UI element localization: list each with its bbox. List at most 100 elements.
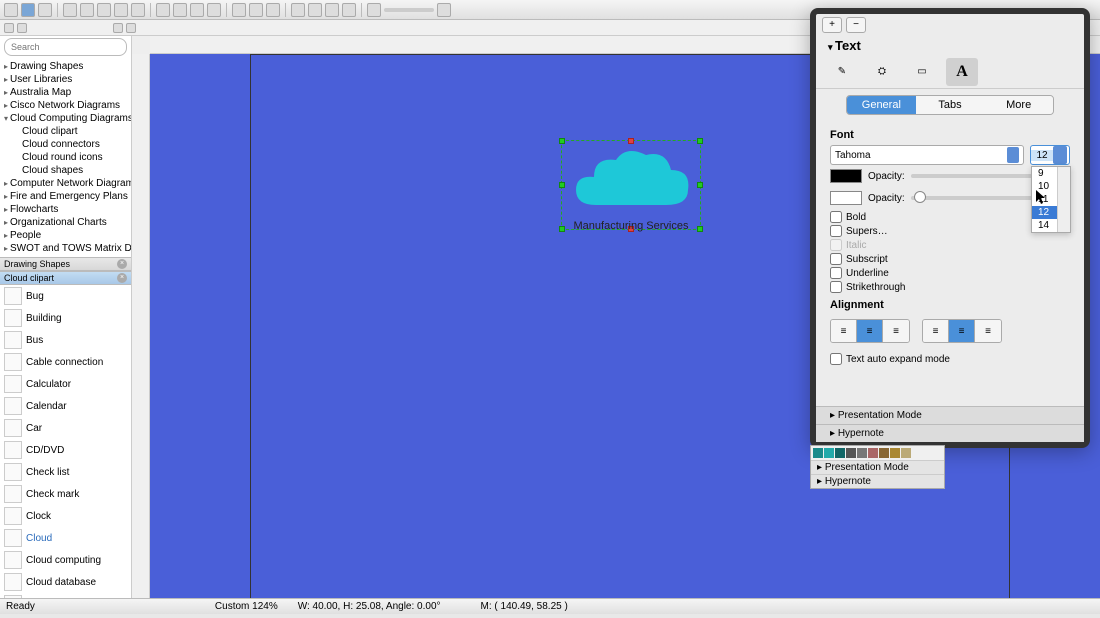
inspector-title[interactable]: Text — [816, 36, 1084, 55]
zoom-in-button[interactable]: + — [822, 17, 842, 33]
tool-pointer[interactable] — [4, 3, 18, 17]
tab-more[interactable]: More — [984, 96, 1053, 114]
tree-item[interactable]: Organizational Charts — [0, 216, 131, 229]
tree-item[interactable]: Fire and Emergency Plans — [0, 190, 131, 203]
box-mode-icon[interactable]: ▭ — [906, 58, 938, 86]
tool-line[interactable] — [156, 3, 170, 17]
shape-library-item[interactable]: Cable connection — [0, 351, 131, 373]
zoom-out-button[interactable]: − — [846, 17, 866, 33]
shape-library-item[interactable]: Bus — [0, 329, 131, 351]
panel-toggle-1[interactable] — [4, 23, 14, 33]
search-box[interactable] — [4, 38, 127, 56]
section-header[interactable]: Drawing Shapes× — [0, 257, 131, 271]
tree-item[interactable]: Cloud round icons — [0, 151, 131, 164]
shape-library-item[interactable]: Cloud — [0, 527, 131, 549]
align-left-button[interactable]: ≡ — [831, 320, 857, 342]
tool-ellipse[interactable] — [249, 3, 263, 17]
align-bottom-button[interactable]: ≡ — [975, 320, 1001, 342]
tree-item[interactable]: Cloud connectors — [0, 138, 131, 151]
search-input[interactable] — [11, 42, 120, 52]
checkbox[interactable] — [830, 211, 842, 223]
resize-handle[interactable] — [559, 138, 565, 144]
tool-text[interactable] — [266, 3, 280, 17]
tool-copy[interactable] — [114, 3, 128, 17]
tool-zoom-in[interactable] — [291, 3, 305, 17]
shape-library-item[interactable]: Check list — [0, 461, 131, 483]
fill-mode-icon[interactable]: ✎ — [826, 58, 858, 86]
color-swatch[interactable] — [901, 448, 911, 458]
checkbox[interactable] — [830, 253, 842, 265]
close-icon[interactable]: × — [117, 259, 127, 269]
shape-library-item[interactable]: Calculator — [0, 373, 131, 395]
tab-general[interactable]: General — [847, 96, 916, 114]
tree-item[interactable]: User Libraries — [0, 73, 131, 86]
shape-text-label[interactable]: Manufacturing Services — [551, 220, 711, 232]
color-swatch[interactable] — [824, 448, 834, 458]
tool-connector[interactable] — [207, 3, 221, 17]
tool-cut[interactable] — [97, 3, 111, 17]
font-size-input[interactable] — [1031, 150, 1053, 161]
tool-curve[interactable] — [190, 3, 204, 17]
checkbox[interactable] — [830, 267, 842, 279]
zoom-slider[interactable] — [384, 8, 434, 12]
section-header[interactable]: Cloud clipart× — [0, 271, 131, 285]
tree-item[interactable]: SWOT and TOWS Matrix Diagrams — [0, 242, 131, 255]
bg-color-swatch[interactable] — [830, 191, 862, 205]
status-zoom[interactable]: Custom 124% — [215, 601, 278, 612]
tool-undo[interactable] — [63, 3, 77, 17]
tool-select[interactable] — [21, 3, 35, 17]
tree-item[interactable]: Computer Network Diagrams — [0, 177, 131, 190]
tool-print[interactable] — [342, 3, 356, 17]
tree-item[interactable]: Cloud Computing Diagrams — [0, 112, 131, 125]
shadow-mode-icon[interactable]: ⛭ — [866, 58, 898, 86]
resize-handle[interactable] — [628, 138, 634, 144]
tree-item[interactable]: People — [0, 229, 131, 242]
color-swatch[interactable] — [846, 448, 856, 458]
tab-tabs[interactable]: Tabs — [916, 96, 985, 114]
shape-library-item[interactable]: Building — [0, 307, 131, 329]
align-top-button[interactable]: ≡ — [923, 320, 949, 342]
shape-library-item[interactable]: Cloud database — [0, 571, 131, 593]
shape-library-item[interactable]: Car — [0, 417, 131, 439]
resize-handle[interactable] — [697, 182, 703, 188]
auto-expand-checkbox[interactable] — [830, 353, 842, 365]
shape-library-item[interactable]: Cloud computing — [0, 549, 131, 571]
color-swatch[interactable] — [813, 448, 823, 458]
shape-library-item[interactable]: Cloud hosting — [0, 593, 131, 598]
tool-arrow[interactable] — [173, 3, 187, 17]
tree-item[interactable]: Australia Map — [0, 86, 131, 99]
color-swatch[interactable] — [835, 448, 845, 458]
panel-toggle-2[interactable] — [17, 23, 27, 33]
panel-toggle-3[interactable] — [113, 23, 123, 33]
checkbox[interactable] — [830, 281, 842, 293]
shape-library-item[interactable]: Clock — [0, 505, 131, 527]
text-mode-icon[interactable]: A — [946, 58, 978, 86]
tool-fit[interactable] — [325, 3, 339, 17]
align-center-button[interactable]: ≡ — [857, 320, 883, 342]
color-swatch[interactable] — [879, 448, 889, 458]
align-middle-button[interactable]: ≡ — [949, 320, 975, 342]
mini-hypernote[interactable]: Hypernote — [811, 474, 944, 488]
scrollbar[interactable] — [1057, 167, 1070, 232]
tool-redo[interactable] — [80, 3, 94, 17]
text-color-swatch[interactable] — [830, 169, 862, 183]
tool-rect[interactable] — [232, 3, 246, 17]
tree-item[interactable]: Cisco Network Diagrams — [0, 99, 131, 112]
tree-item[interactable]: Cloud clipart — [0, 125, 131, 138]
font-size-select[interactable]: 910111214 — [1030, 145, 1070, 165]
checkbox[interactable] — [830, 225, 842, 237]
shape-library-item[interactable]: Check mark — [0, 483, 131, 505]
tree-item[interactable]: Cloud shapes — [0, 164, 131, 177]
align-right-button[interactable]: ≡ — [883, 320, 909, 342]
mini-presentation-mode[interactable]: Presentation Mode — [811, 460, 944, 474]
dropdown-icon[interactable] — [1053, 146, 1067, 164]
shape-library-item[interactable]: Bug — [0, 285, 131, 307]
hypernote-section[interactable]: Hypernote — [816, 424, 1084, 442]
presentation-mode-section[interactable]: Presentation Mode — [816, 406, 1084, 424]
tree-item[interactable]: Drawing Shapes — [0, 60, 131, 73]
tool-paste[interactable] — [131, 3, 145, 17]
color-swatch[interactable] — [868, 448, 878, 458]
font-family-select[interactable]: Tahoma — [830, 145, 1024, 165]
tree-item[interactable]: Flowcharts — [0, 203, 131, 216]
shape-library-item[interactable]: CD/DVD — [0, 439, 131, 461]
